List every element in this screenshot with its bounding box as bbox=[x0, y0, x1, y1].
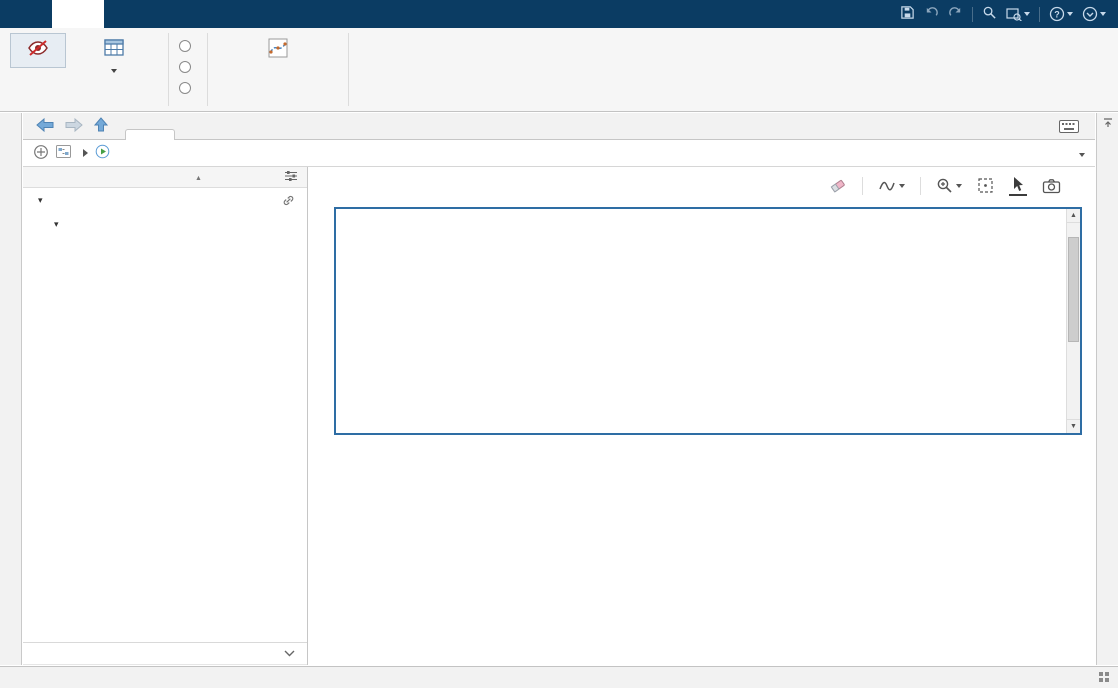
interpolation-group bbox=[208, 28, 348, 111]
hide-table-eye-icon bbox=[26, 37, 50, 62]
playback-block-icon bbox=[95, 144, 110, 162]
forward-button[interactable] bbox=[64, 117, 84, 136]
pointer-tool-button[interactable] bbox=[1009, 175, 1027, 196]
interpolation-label bbox=[226, 64, 330, 78]
eraser-button[interactable] bbox=[829, 177, 847, 195]
toolstrip-tab-bar: ? bbox=[0, 0, 1118, 28]
table-empty-area bbox=[336, 209, 1066, 433]
tree-row-run[interactable]: ▾ bbox=[23, 212, 307, 236]
radio-shared-time[interactable] bbox=[179, 35, 197, 56]
group-label-interpolation bbox=[208, 107, 348, 111]
breadcrumb-dropdown-caret[interactable] bbox=[1079, 146, 1085, 160]
tree-row-file[interactable]: ▾ bbox=[23, 188, 307, 212]
undock-icon[interactable] bbox=[1102, 117, 1114, 132]
table-placement-label bbox=[78, 64, 150, 78]
fit-to-view-button[interactable] bbox=[977, 177, 994, 194]
union-time-radio-icon[interactable] bbox=[179, 82, 191, 94]
file-link-icon[interactable] bbox=[282, 194, 295, 207]
column-settings-icon[interactable] bbox=[284, 169, 308, 186]
undo-icon[interactable] bbox=[924, 5, 939, 23]
keyboard-shortcuts-icon[interactable] bbox=[1059, 120, 1079, 133]
back-button[interactable] bbox=[35, 117, 55, 136]
tab-format[interactable] bbox=[52, 0, 104, 28]
up-button[interactable] bbox=[93, 116, 109, 136]
screenshot-icon[interactable] bbox=[1006, 7, 1030, 21]
sort-ascending-icon: ▲ bbox=[195, 175, 202, 182]
shared-time-radio-icon[interactable] bbox=[179, 40, 191, 52]
tab-simulation[interactable] bbox=[0, 0, 52, 28]
breadcrumb-item-model[interactable] bbox=[56, 145, 76, 161]
scroll-down-button[interactable]: ▼ bbox=[1067, 419, 1080, 433]
group-label-time-values bbox=[169, 107, 207, 111]
status-bar bbox=[0, 666, 1118, 688]
hide-table-button[interactable] bbox=[10, 33, 66, 68]
main-content: ▲ ▾ ▾ bbox=[23, 167, 1095, 665]
expand-collapse-icon[interactable]: ▾ bbox=[38, 195, 43, 206]
signal-style-button[interactable] bbox=[878, 178, 905, 194]
property-inspector-strip[interactable] bbox=[1096, 113, 1118, 665]
signal-panel: ▲ ▾ ▾ bbox=[23, 167, 308, 665]
table-scrollbar[interactable]: ▲ ▼ bbox=[1066, 209, 1080, 433]
table-placement-button[interactable] bbox=[70, 33, 158, 82]
view-position-group bbox=[0, 28, 168, 111]
save-icon[interactable] bbox=[900, 5, 915, 23]
expand-collapse-icon[interactable]: ▾ bbox=[54, 219, 59, 230]
time-values-group bbox=[169, 28, 207, 111]
signal-data-table[interactable]: ▲ ▼ bbox=[334, 207, 1082, 435]
column-header-port[interactable]: ▲ bbox=[193, 172, 241, 183]
breadcrumb-separator-icon bbox=[83, 149, 88, 157]
document-tab-playback3[interactable] bbox=[125, 129, 175, 140]
help-icon[interactable]: ? bbox=[1049, 6, 1073, 22]
properties-section bbox=[23, 642, 307, 665]
signal-table-header: ▲ bbox=[23, 167, 307, 188]
quick-access-toolbar: ? bbox=[900, 0, 1118, 28]
status-grid-icon[interactable] bbox=[1098, 671, 1110, 686]
group-label-view-position bbox=[0, 107, 168, 111]
individual-time-radio-icon[interactable] bbox=[179, 61, 191, 73]
svg-text:?: ? bbox=[1054, 10, 1060, 20]
model-browser-strip[interactable] bbox=[0, 113, 22, 665]
redo-icon[interactable] bbox=[948, 5, 963, 23]
scroll-thumb[interactable] bbox=[1068, 237, 1079, 342]
snapshot-button[interactable] bbox=[1042, 178, 1061, 194]
chevron-down-icon bbox=[284, 650, 295, 657]
format-ribbon bbox=[0, 28, 1118, 112]
plot-panel: ▲ ▼ bbox=[308, 167, 1095, 665]
radio-union-time[interactable] bbox=[179, 77, 197, 98]
interpolation-icon bbox=[266, 37, 290, 62]
search-icon[interactable] bbox=[982, 5, 997, 23]
properties-header[interactable] bbox=[23, 642, 307, 665]
playback-tool-window: ? bbox=[0, 0, 1118, 688]
zoom-button[interactable] bbox=[936, 177, 962, 194]
navigation-bar bbox=[23, 113, 1095, 140]
plot-toolbar bbox=[308, 167, 1095, 204]
use-signal-interpolation-button[interactable] bbox=[218, 33, 338, 82]
table-placement-icon bbox=[102, 37, 126, 62]
breadcrumb bbox=[23, 140, 1095, 167]
locate-icon[interactable] bbox=[33, 144, 49, 163]
breadcrumb-item-playback[interactable] bbox=[95, 144, 115, 162]
scroll-up-button[interactable]: ▲ bbox=[1067, 209, 1080, 223]
radio-individual-time[interactable] bbox=[179, 56, 197, 77]
resources-icon[interactable] bbox=[1082, 6, 1106, 22]
model-icon bbox=[56, 145, 71, 161]
